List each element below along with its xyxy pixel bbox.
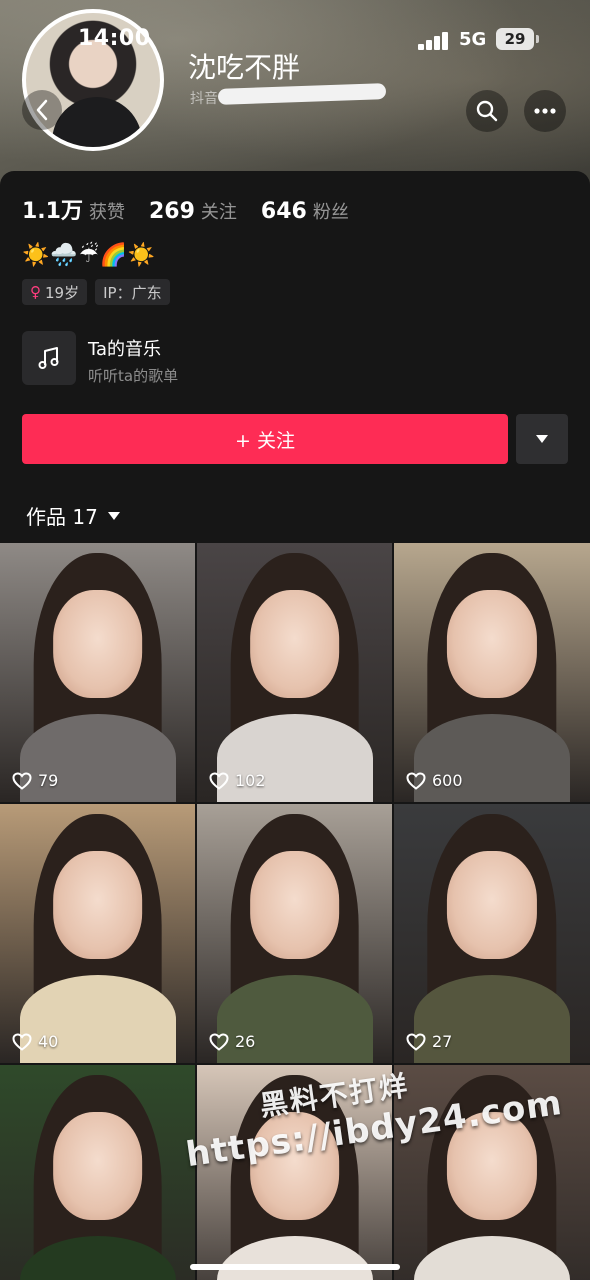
- thumbnail-face: [446, 589, 538, 699]
- age-tag: ♀ 19岁: [22, 279, 88, 305]
- age-text: 19岁: [45, 283, 80, 302]
- thumbnail-face: [52, 850, 143, 960]
- like-count: 27: [406, 1032, 452, 1051]
- network-type: 5G: [459, 29, 487, 50]
- ip-text: IP：广东: [103, 283, 162, 302]
- thumbnail-face: [249, 850, 340, 960]
- battery-icon: 29: [496, 28, 534, 50]
- follow-button[interactable]: + 关注: [22, 414, 508, 464]
- profile-name: 沈吃不胖: [188, 51, 301, 84]
- like-count: 79: [12, 771, 58, 790]
- music-note-icon: [22, 331, 76, 385]
- heart-icon: [12, 1032, 32, 1051]
- video-thumbnail[interactable]: 102: [197, 543, 392, 802]
- stat-value: 269: [148, 199, 195, 224]
- signal-icon: [418, 32, 450, 50]
- music-title: Ta的音乐: [88, 339, 162, 360]
- search-icon: [476, 100, 498, 122]
- heart-icon: [12, 771, 32, 790]
- music-subtitle: 听听ta的歌单: [88, 367, 179, 385]
- like-count: 40: [12, 1032, 58, 1051]
- thumbnail-face: [249, 589, 340, 699]
- like-count: 600: [406, 771, 463, 790]
- more-options-button[interactable]: [524, 90, 566, 132]
- stat-label: 关注: [200, 202, 237, 223]
- follow-dropdown-button[interactable]: [516, 414, 568, 464]
- stat-followers[interactable]: 646 粉丝: [261, 198, 349, 224]
- thumbnail-face: [52, 1111, 143, 1221]
- female-icon: ♀: [30, 283, 41, 301]
- stat-likes[interactable]: 1.1万 获赞: [22, 193, 125, 225]
- heart-icon: [406, 1032, 426, 1051]
- like-count-value: 102: [235, 771, 266, 790]
- stat-label: 获赞: [88, 202, 125, 223]
- video-thumbnail[interactable]: 79: [0, 543, 195, 802]
- home-indicator[interactable]: [190, 1264, 400, 1270]
- video-thumbnail[interactable]: 26: [197, 804, 392, 1063]
- stat-value: 1.1万: [22, 199, 83, 224]
- profile-handle: 抖音: [190, 91, 218, 107]
- caret-down-icon: [107, 511, 120, 520]
- music-entry[interactable]: Ta的音乐 听听ta的歌单: [22, 331, 422, 387]
- like-count: 102: [209, 771, 266, 790]
- battery-tip: [536, 35, 539, 43]
- like-count-value: 27: [432, 1032, 453, 1051]
- thumbnail-face: [52, 589, 143, 699]
- thumbnail-face: [446, 850, 538, 960]
- status-time: 14:00: [78, 26, 151, 51]
- like-count-value: 26: [235, 1032, 256, 1051]
- video-thumbnail[interactable]: 27: [394, 804, 590, 1063]
- chevron-left-icon: [36, 99, 48, 121]
- stat-value: 646: [260, 199, 307, 224]
- like-count: 26: [209, 1032, 255, 1051]
- ip-tag: IP：广东: [95, 279, 170, 305]
- back-button[interactable]: [22, 90, 62, 130]
- heart-icon: [209, 1032, 229, 1051]
- like-count-value: 600: [432, 771, 463, 790]
- like-count-value: 40: [38, 1032, 59, 1051]
- caret-down-icon: [536, 435, 548, 443]
- video-thumbnail[interactable]: [0, 1065, 195, 1280]
- profile-tags: ♀ 19岁 IP：广东: [22, 279, 170, 305]
- profile-stats: 1.1万 获赞 269 关注 646 粉丝: [22, 193, 349, 225]
- stat-label: 粉丝: [312, 202, 349, 223]
- video-grid: 79 102 600 40 26 27: [0, 543, 590, 1280]
- ellipsis-icon: [534, 108, 556, 114]
- heart-icon: [406, 771, 426, 790]
- video-thumbnail[interactable]: 40: [0, 804, 195, 1063]
- search-button[interactable]: [466, 90, 508, 132]
- tab-works[interactable]: 作品 17: [26, 501, 120, 530]
- video-thumbnail[interactable]: 600: [394, 543, 590, 802]
- profile-bio: ☀️🌧️☔🌈☀️: [22, 243, 157, 268]
- heart-icon: [209, 771, 229, 790]
- stat-following[interactable]: 269 关注: [149, 198, 237, 224]
- tab-works-label: 作品 17: [26, 505, 98, 529]
- like-count-value: 79: [38, 771, 59, 790]
